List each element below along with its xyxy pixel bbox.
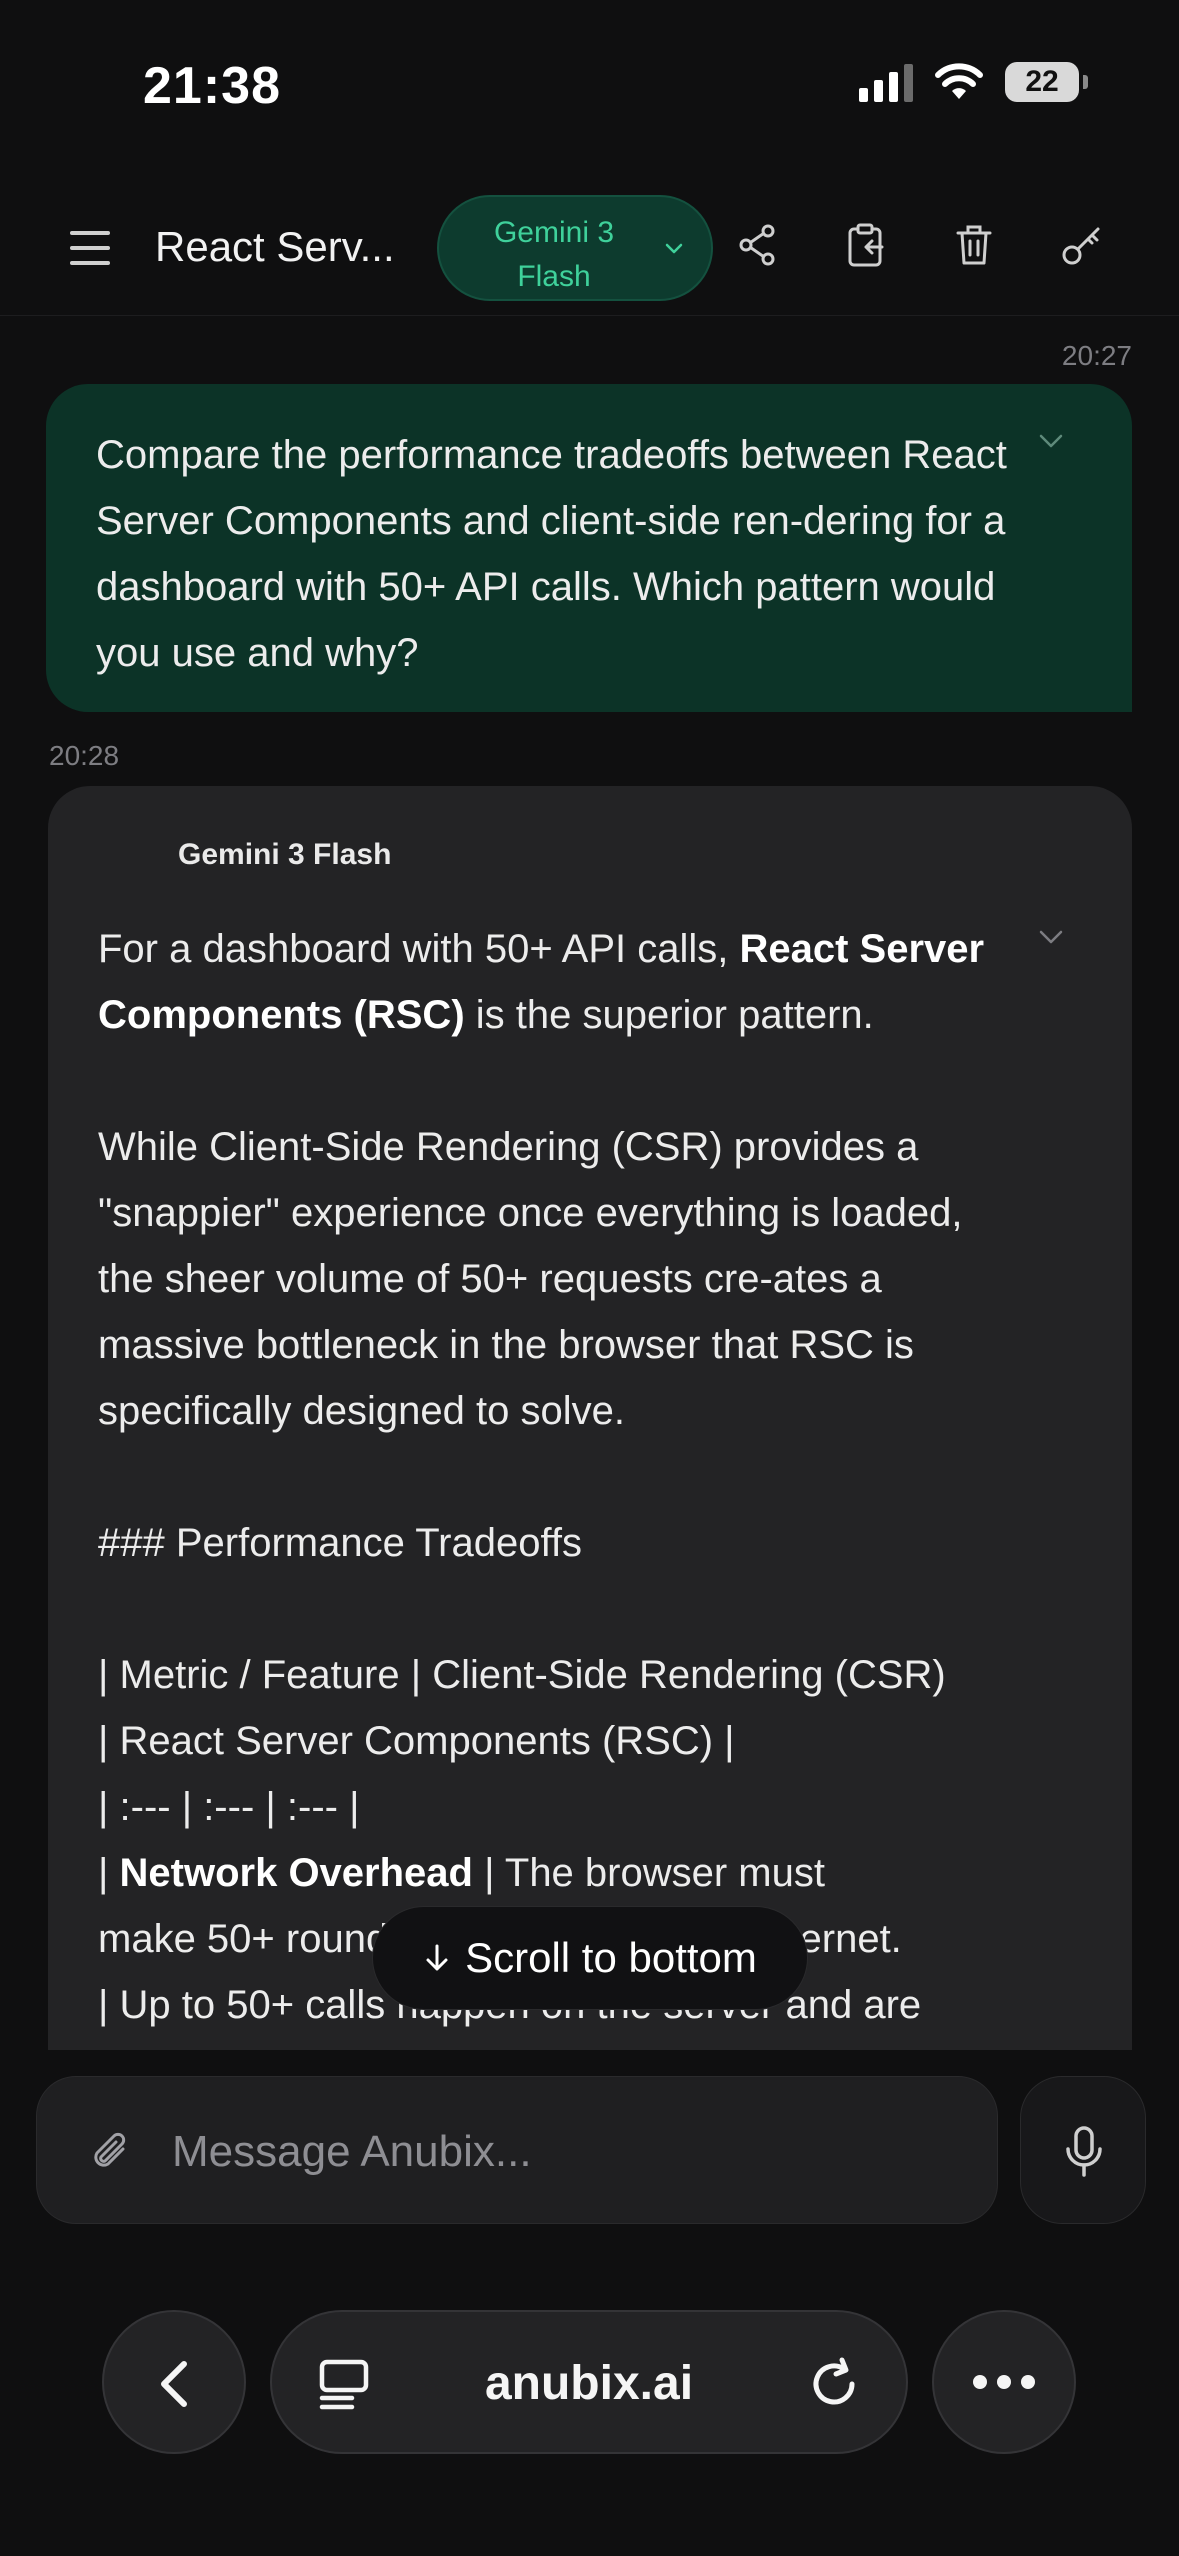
arrow-down-icon (426, 1944, 448, 1971)
ai-message-bubble[interactable]: Gemini 3 Flash For a dashboard with 50+ … (48, 786, 1132, 2050)
message-placeholder: Message Anubix... (172, 2127, 532, 2176)
ai-heading-markdown: ### Performance Tradeoffs (98, 1521, 582, 1565)
browser-back-button[interactable] (102, 2310, 246, 2454)
browser-address-bar[interactable]: anubix.ai (270, 2310, 908, 2454)
reload-icon[interactable] (806, 2356, 862, 2412)
collapse-chevron-icon[interactable] (1036, 922, 1066, 952)
trash-icon[interactable] (950, 221, 998, 269)
status-bar: 21:38 22 (0, 0, 1179, 170)
message-input[interactable]: Message Anubix... (36, 2076, 998, 2224)
ai-message-text: For a dashboard with 50+ API calls, Reac… (98, 916, 1022, 2038)
chevron-down-icon (665, 243, 683, 254)
model-selector-label: Gemini 3 Flash (493, 216, 615, 293)
model-selector-button[interactable]: Gemini 3 Flash (437, 195, 713, 301)
battery-indicator: 22 (1005, 62, 1088, 102)
chat-area[interactable]: 20:27 Compare the performance tradeoffs … (0, 320, 1179, 2050)
ai-message-timestamp: 20:28 (49, 740, 120, 771)
microphone-button[interactable] (1020, 2076, 1146, 2224)
cellular-signal-icon (859, 62, 913, 102)
scroll-to-bottom-label: Scroll to bottom (465, 1934, 757, 1981)
key-icon[interactable] (1058, 221, 1106, 269)
status-icons: 22 (859, 62, 1088, 102)
wifi-icon (935, 63, 983, 99)
share-icon[interactable] (734, 221, 782, 269)
conversation-title[interactable]: React Serv... (155, 223, 415, 271)
status-time: 21:38 (143, 57, 281, 115)
paperclip-icon[interactable] (87, 2127, 135, 2175)
hamburger-icon[interactable] (70, 231, 110, 265)
ai-paragraph: While Client-Side Rendering (CSR) provid… (98, 1125, 963, 1433)
more-icon (973, 2375, 1035, 2389)
scroll-to-bottom-button[interactable]: Scroll to bottom (372, 1906, 808, 2010)
microphone-icon (1066, 2126, 1102, 2177)
browser-more-button[interactable] (932, 2310, 1076, 2454)
battery-level: 22 (1025, 65, 1059, 98)
ai-model-name: Gemini 3 Flash (178, 838, 392, 871)
chevron-left-icon (161, 2361, 187, 2407)
user-message-bubble[interactable]: Compare the performance tradeoffs betwee… (46, 384, 1132, 712)
ai-paragraph: For a dashboard with 50+ API calls, Reac… (98, 927, 985, 1037)
user-message-timestamp: 20:27 (1061, 340, 1132, 371)
chat-header: React Serv... Gemini 3 Flash (0, 185, 1179, 316)
collapse-chevron-icon[interactable] (1036, 426, 1066, 456)
clipboard-icon[interactable] (842, 221, 890, 269)
user-message-text: Compare the performance tradeoffs betwee… (96, 433, 1007, 675)
